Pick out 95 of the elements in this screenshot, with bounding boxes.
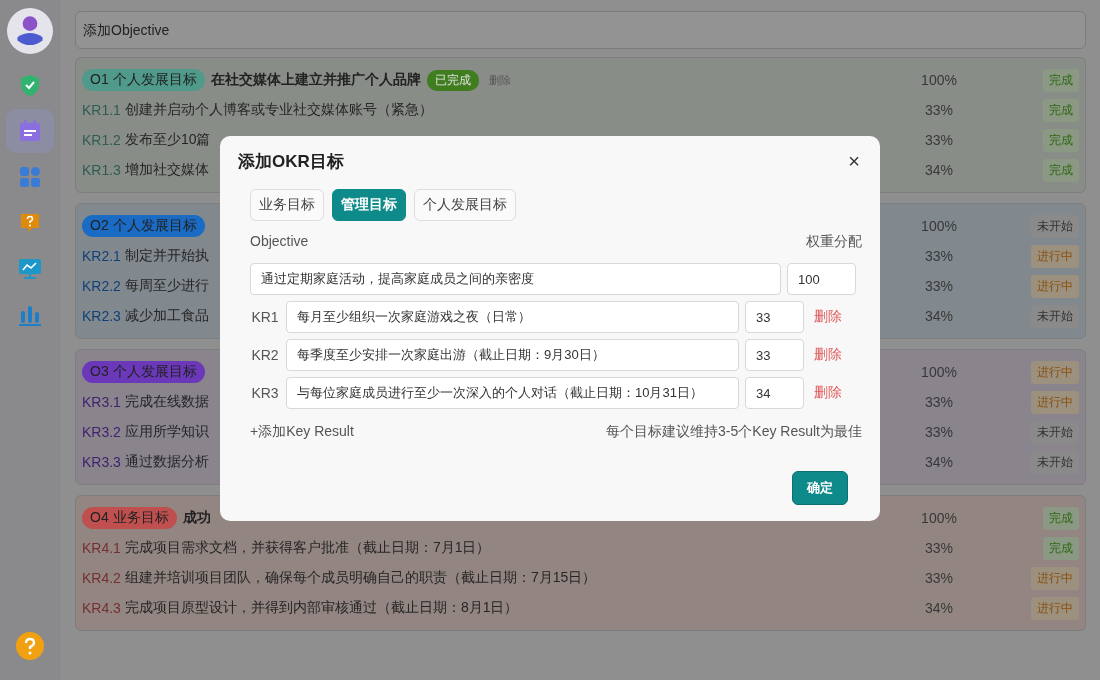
avatar-icon[interactable] [6,8,53,54]
monitor-chart-icon [17,257,42,281]
status-tag: 未开始 [1031,304,1079,328]
kr-code: KR4.3 [82,600,121,616]
kr-code: KR3.3 [82,454,121,470]
kr-code: KR2.3 [82,308,121,324]
percent-text: 33% [924,132,954,148]
kr-code: KR4.1 [82,540,121,556]
objective-tag: O2 个人发展目标 [82,215,205,237]
objective-title: 在社交媒体上建立并推广个人品牌 [210,71,421,89]
objective-title: 成功 [182,509,211,527]
status-tag: 完成 [1043,68,1079,92]
delete-link[interactable]: 删除 [814,308,842,326]
category-tab[interactable]: 业务目标 [250,189,324,221]
kr-text: 减少加工食品 [124,307,209,325]
status-tag: 进行中 [1031,596,1079,620]
percent-text: 34% [924,600,954,616]
weight-field[interactable]: 33 [745,339,804,371]
status-tag: 完成 [1043,506,1079,530]
weight-field[interactable]: 33 [745,301,804,333]
kr-label: KR3 [250,385,280,401]
status-tag: 未开始 [1031,450,1079,474]
category-tab[interactable]: 个人发展目标 [414,189,516,221]
status-tag: 未开始 [1031,214,1079,238]
kr-text: 完成项目原型设计，并得到内部审核通过（截止日期：8月1日） [124,599,519,617]
close-button[interactable]: × [846,150,862,173]
kr-code: KR1.2 [82,132,121,148]
key-result-field[interactable]: 每月至少组织一次家庭游戏之夜（日常） [286,301,739,333]
status-tag: 完成 [1043,128,1079,152]
percent-text: 34% [924,308,954,324]
status-tag: 未开始 [1031,420,1079,444]
percent-text: 100% [920,218,958,234]
percent-text: 100% [920,364,958,380]
kr-text: 制定并开始执 [124,247,209,265]
weight-field[interactable]: 100 [787,263,856,295]
kr-text: 完成项目需求文档，并获得客户批准（截止日期：7月1日） [124,539,491,557]
status-tag: 进行中 [1031,244,1079,268]
confirm-button[interactable]: 确定 [792,471,848,505]
percent-text: 100% [920,72,958,88]
percent-text: 33% [924,278,954,294]
status-tag: 完成 [1043,536,1079,560]
help-icon[interactable] [15,632,44,660]
kr-code: KR2.1 [82,248,121,264]
dialog-title: 添加OKR目标 [238,151,344,173]
kr-code: KR2.2 [82,278,121,294]
hint-text: 每个目标建议维持3-5个Key Result为最佳 [606,423,862,441]
percent-text: 34% [924,454,954,470]
calendar-icon [17,119,42,143]
status-tag: 完成 [1043,158,1079,182]
objective-label: Objective [250,233,309,251]
kr-text: 创建并启动个人博客或专业社交媒体账号（紧急） [124,101,433,119]
status-tag: 进行中 [1031,566,1079,590]
weight-label: 权重分配 [806,233,862,251]
status-tag: 进行中 [1031,390,1079,414]
status-tag: 完成 [1043,98,1079,122]
kr-text: 应用所学知识 [124,423,209,441]
bar-chart-icon [17,303,42,327]
objective-tag: O3 个人发展目标 [82,361,205,383]
add-objective-field[interactable]: 添加Objective [75,11,1086,49]
percent-text: 34% [924,162,954,178]
kr-text: 完成在线数据 [124,393,209,411]
key-result-field[interactable]: 每季度至少安排一次家庭出游（截止日期：9月30日） [286,339,739,371]
delete-link[interactable]: 删除 [814,384,842,402]
objective-tag: O1 个人发展目标 [82,69,205,91]
percent-text: 33% [924,248,954,264]
status-tag: 进行中 [1031,360,1079,384]
kr-text: 通过数据分析 [124,453,209,471]
kr-text: 发布至少10篇 [124,131,211,149]
kr-code: KR4.2 [82,570,121,586]
percent-text: 33% [924,394,954,410]
key-result-field[interactable]: 与每位家庭成员进行至少一次深入的个人对话（截止日期：10月31日） [286,377,739,409]
kr-code: KR3.1 [82,394,121,410]
weight-field[interactable]: 34 [745,377,804,409]
completed-badge: 已完成 [426,69,479,91]
objective-field[interactable]: 通过定期家庭活动，提高家庭成员之间的亲密度 [250,263,781,295]
add-key-result-link[interactable]: +添加Key Result [250,423,354,441]
grid-icon [17,165,42,189]
kr-label: KR2 [250,347,280,363]
category-tab[interactable]: 管理目标 [332,189,406,221]
percent-text: 33% [924,102,954,118]
kr-code: KR1.3 [82,162,121,178]
percent-text: 33% [924,424,954,440]
kr-text: 增加社交媒体 [124,161,209,179]
kr-text: 组建并培训项目团队，确保每个成员明确自己的职责（截止日期：7月15日） [124,569,597,587]
percent-text: 100% [920,510,958,526]
kr-code: KR1.1 [82,102,121,118]
objective-tag: O4 业务目标 [82,507,177,529]
kr-label: KR1 [250,309,280,325]
delete-link[interactable]: 删除 [814,346,842,364]
nav-item[interactable] [5,109,54,153]
kr-code: KR3.2 [82,424,121,440]
percent-text: 33% [924,540,954,556]
status-tag: 进行中 [1031,274,1079,298]
kr-text: 每周至少进行 [124,277,209,295]
percent-text: 33% [924,570,954,586]
